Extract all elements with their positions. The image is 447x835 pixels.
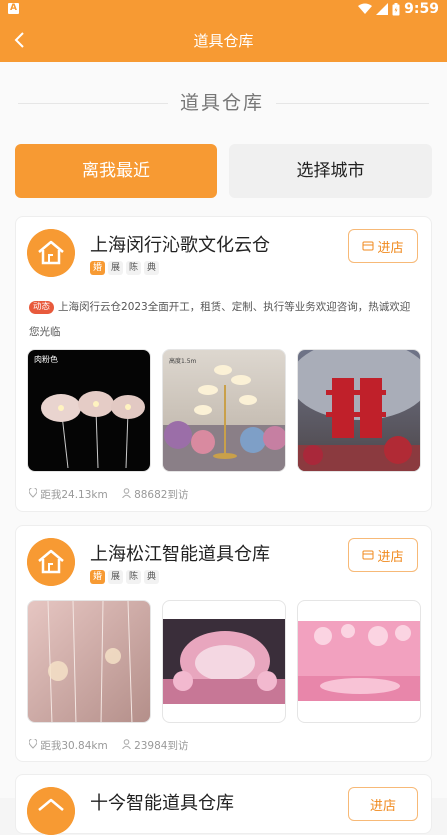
enter-store-button[interactable]: 进店 <box>348 229 418 263</box>
store-icon <box>362 241 374 251</box>
photo-caption: 高度1.5m <box>169 358 197 365</box>
battery-icon <box>392 2 400 15</box>
image-gallery: 肉粉色 高度1.5m <box>27 349 421 472</box>
pink-crystal-decor-photo[interactable] <box>27 600 151 723</box>
tag-wedding: 婚 <box>90 570 105 584</box>
tag-list: 婚 展 陈 典 <box>90 261 159 275</box>
tag-ceremony: 典 <box>144 570 159 584</box>
app-notification-icon: A <box>8 3 19 14</box>
tag-display: 陈 <box>126 570 141 584</box>
house-logo-icon <box>27 787 75 835</box>
pink-flower-props-photo[interactable]: 肉粉色 <box>27 349 151 472</box>
section-header: 道具仓库 <box>0 90 447 116</box>
dynamic-badge: 动态 <box>29 301 55 314</box>
location-pin-icon <box>28 487 38 498</box>
enter-store-label: 进店 <box>377 240 404 256</box>
page-content: 道具仓库 离我最近 选择城市 上海闵行沁歌文化云仓 进店 婚 展 陈 典 动态上… <box>0 62 447 835</box>
warehouse-card[interactable]: 十今智能道具仓库 进店 <box>15 774 432 835</box>
tag-list: 婚 展 陈 典 <box>90 570 159 584</box>
tag-display: 陈 <box>126 261 141 275</box>
dynamic-text: 上海闵行云仓2023全面开工，租赁、定制、执行等业务欢迎咨询，热诚欢迎您光临 <box>29 301 411 338</box>
image-gallery <box>27 600 421 723</box>
house-logo-icon <box>27 538 75 586</box>
distance: 距我24.13km <box>28 487 108 502</box>
tab-select-city[interactable]: 选择城市 <box>229 144 432 198</box>
section-title: 道具仓库 <box>168 90 276 116</box>
visits-text: 88682到访 <box>134 489 189 501</box>
tag-exhibition: 展 <box>108 261 123 275</box>
enter-store-button[interactable]: 进店 <box>348 787 418 821</box>
distance: 距我30.84km <box>28 738 108 753</box>
warehouse-card[interactable]: 上海闵行沁歌文化云仓 进店 婚 展 陈 典 动态 上海闵行云仓2023全面开工，租… <box>15 216 432 512</box>
house-logo-icon <box>27 229 75 277</box>
tag-exhibition: 展 <box>108 570 123 584</box>
enter-store-label: 进店 <box>377 549 404 565</box>
warehouse-name: 上海松江智能道具仓库 <box>90 544 270 565</box>
visits: 23984到访 <box>121 738 189 753</box>
pink-balloon-stage-photo[interactable] <box>297 600 421 723</box>
page-title: 道具仓库 <box>193 32 254 50</box>
photo-caption: 肉粉色 <box>34 355 58 364</box>
warehouse-name: 十今智能道具仓库 <box>90 793 234 814</box>
store-icon <box>362 550 374 560</box>
distance-text: 距我30.84km <box>40 740 108 752</box>
status-icons: 9:59 <box>358 1 439 17</box>
card-meta: 距我30.84km 23984到访 <box>28 738 189 753</box>
person-icon <box>121 488 131 499</box>
visits: 88682到访 <box>121 487 189 502</box>
enter-store-label: 进店 <box>369 798 396 814</box>
wifi-icon <box>358 3 373 14</box>
status-bar: A 9:59 <box>0 0 447 18</box>
app-bar: 道具仓库 <box>0 18 447 62</box>
filter-tabs: 离我最近 选择城市 <box>15 144 432 198</box>
warehouse-name: 上海闵行沁歌文化云仓 <box>90 235 270 256</box>
wedding-stage-photo[interactable] <box>162 600 286 723</box>
location-pin-icon <box>28 738 38 749</box>
dynamic-post: 动态 上海闵行云仓2023全面开工，租赁、定制、执行等业务欢迎咨询，热诚欢迎您光临 <box>29 295 414 345</box>
distance-text: 距我24.13km <box>40 489 108 501</box>
visits-text: 23984到访 <box>134 740 189 752</box>
tab-nearest[interactable]: 离我最近 <box>15 144 217 198</box>
warehouse-card[interactable]: 上海松江智能道具仓库 进店 婚 展 陈 典 距我30.84km 23984到访 <box>15 525 432 762</box>
status-time: 9:59 <box>404 1 439 17</box>
crystal-decor-illustration <box>47 601 133 722</box>
flower-stand-illustration <box>163 365 285 471</box>
signal-icon <box>376 3 389 15</box>
stage-illustration <box>163 619 285 704</box>
card-meta: 距我24.13km 88682到访 <box>28 487 189 502</box>
pink-flower-illustration <box>41 391 145 469</box>
enter-store-button[interactable]: 进店 <box>348 538 418 572</box>
golden-flower-stand-photo[interactable]: 高度1.5m <box>162 349 286 472</box>
double-happiness-decor-photo[interactable] <box>297 349 421 472</box>
person-icon <box>121 739 131 750</box>
balloon-stage-illustration <box>298 621 420 701</box>
tag-ceremony: 典 <box>144 261 159 275</box>
happiness-decor-illustration <box>298 350 420 471</box>
tag-wedding: 婚 <box>90 261 105 275</box>
